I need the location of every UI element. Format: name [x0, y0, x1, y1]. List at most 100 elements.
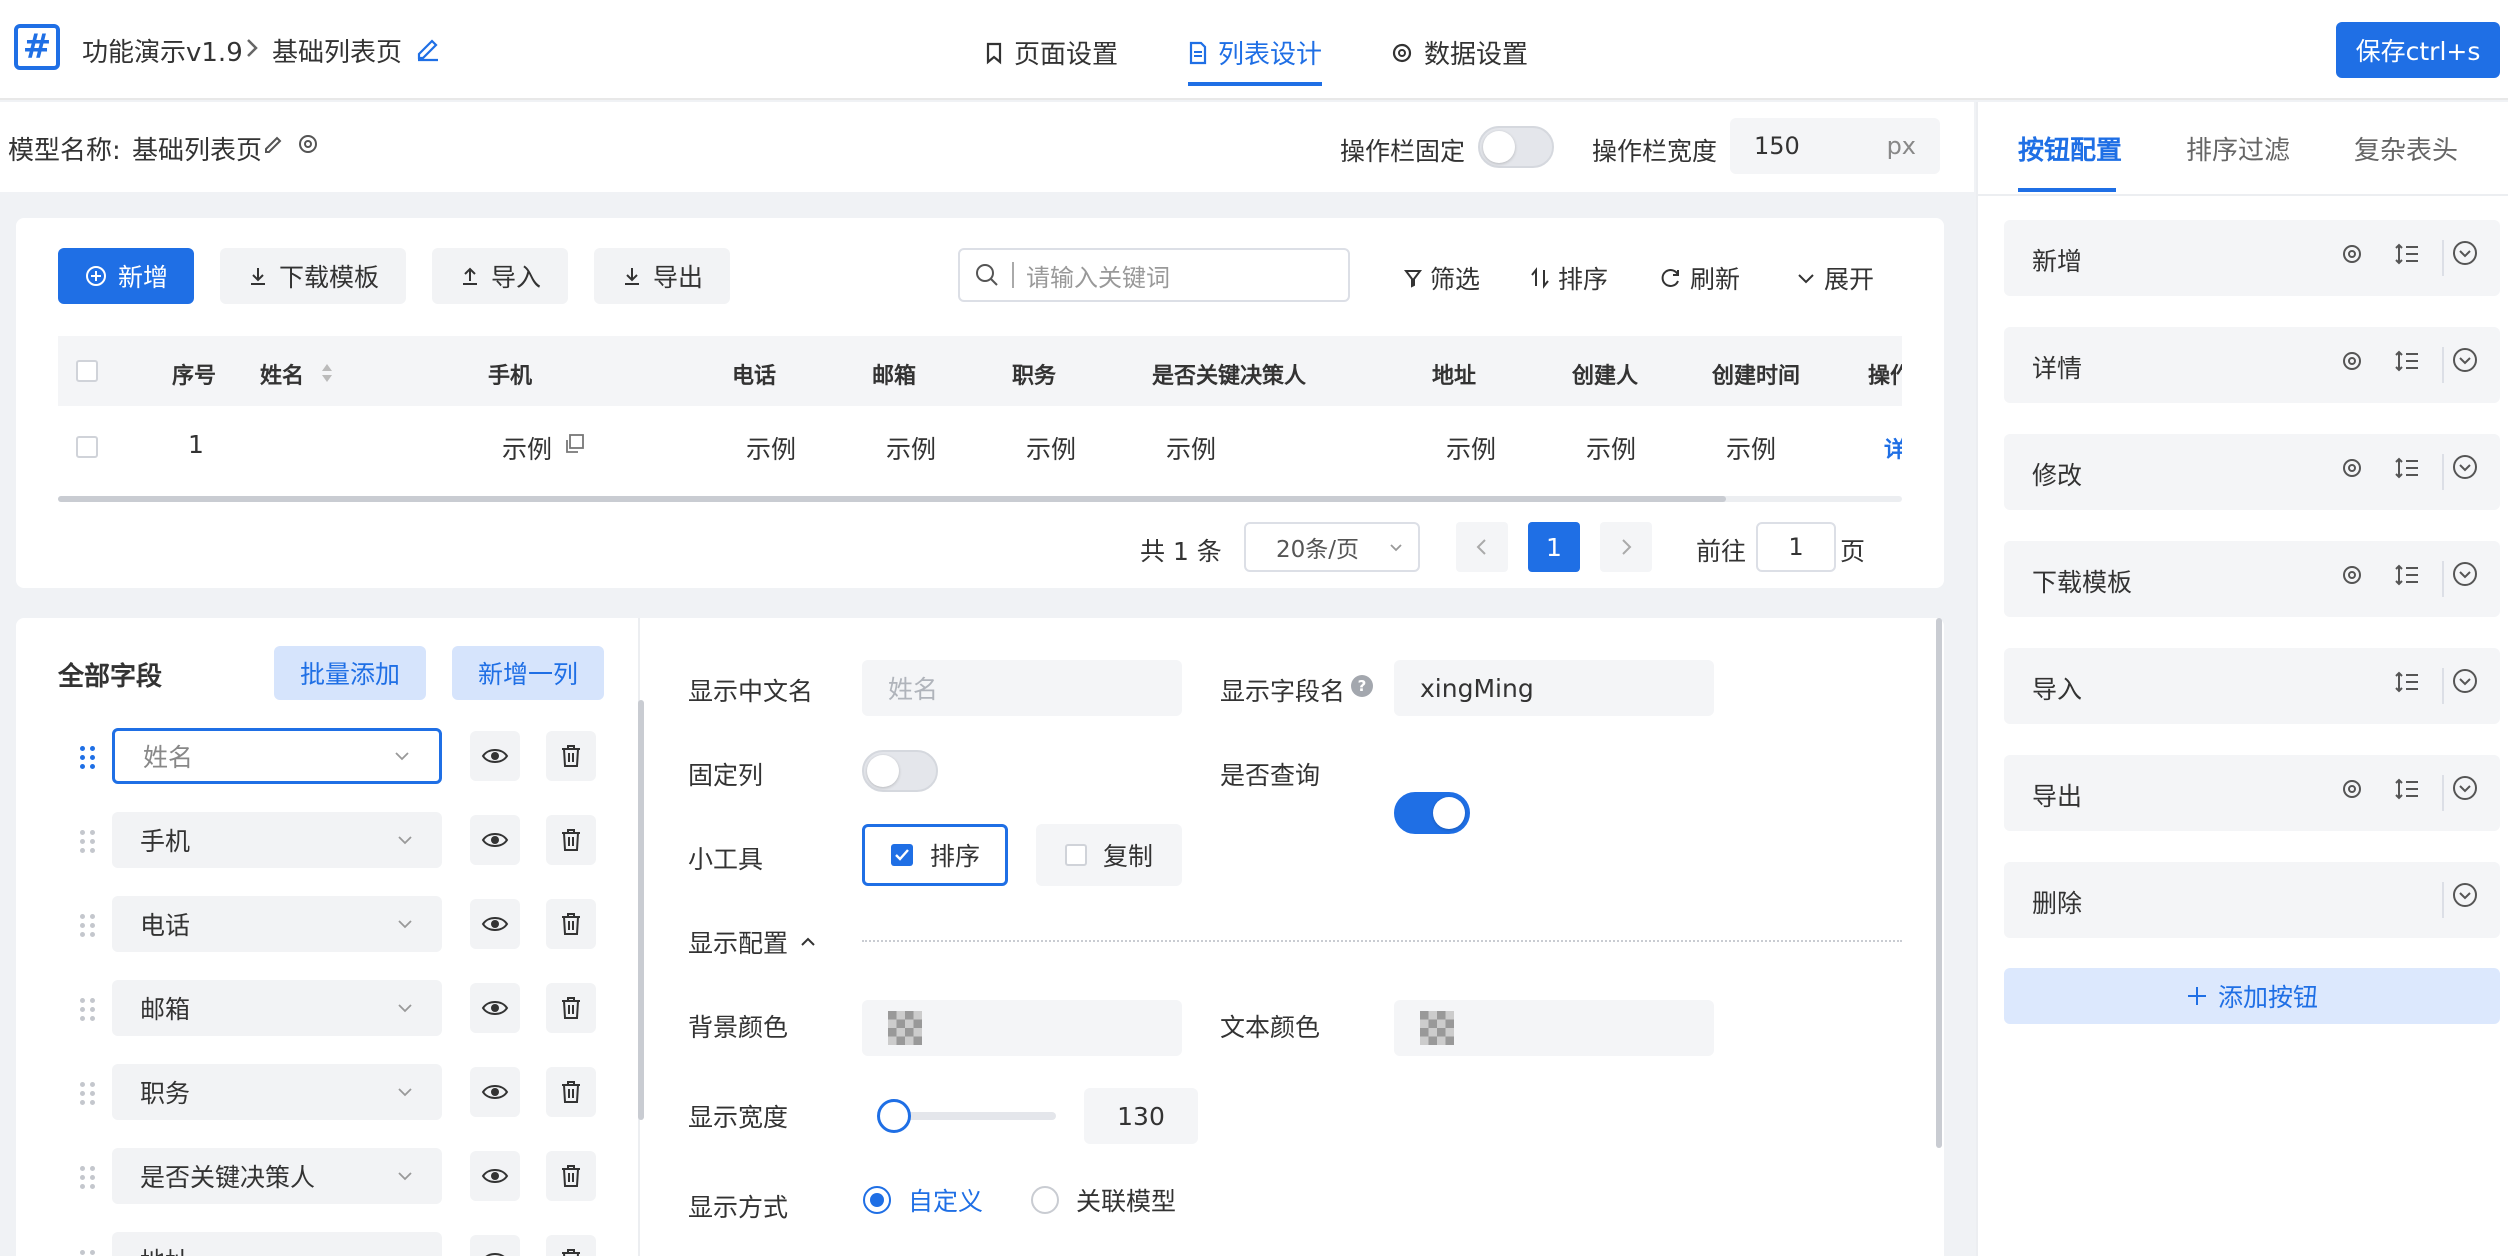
row-checkbox[interactable]: [76, 436, 98, 458]
sort-lines-icon[interactable]: [2394, 563, 2420, 587]
sort-lines-icon[interactable]: [2394, 349, 2420, 373]
select-all-checkbox[interactable]: [76, 360, 98, 382]
gear-icon[interactable]: [2340, 349, 2364, 373]
cn-name-input[interactable]: 姓名: [862, 660, 1182, 716]
drag-handle-icon[interactable]: [80, 1250, 96, 1256]
chevron-down-circle-icon[interactable]: [2452, 882, 2478, 908]
gear-icon[interactable]: [296, 132, 320, 156]
chevron-down-circle-icon[interactable]: [2452, 561, 2478, 587]
batch-add-button[interactable]: 批量添加: [274, 646, 426, 700]
drag-handle-icon[interactable]: [80, 830, 96, 853]
sort-lines-icon[interactable]: [2394, 670, 2420, 694]
tab-data-settings[interactable]: 数据设置: [1390, 34, 1528, 71]
breadcrumb-app[interactable]: 功能演示v1.9: [82, 32, 243, 69]
field-select[interactable]: 电话: [112, 896, 442, 952]
fixed-column-switch[interactable]: [862, 750, 938, 792]
sort-lines-icon[interactable]: [2394, 777, 2420, 801]
button-config-card[interactable]: 下载模板: [2004, 541, 2500, 617]
visibility-toggle-button[interactable]: [470, 815, 520, 865]
delete-field-button[interactable]: [546, 1235, 596, 1256]
button-config-card[interactable]: 新增: [2004, 220, 2500, 296]
drag-handle-icon[interactable]: [80, 746, 96, 769]
delete-field-button[interactable]: [546, 1067, 596, 1117]
delete-field-button[interactable]: [546, 899, 596, 949]
refresh-button[interactable]: 刷新: [1660, 260, 1740, 296]
sort-lines-icon[interactable]: [2394, 456, 2420, 480]
tab-page-settings[interactable]: 页面设置: [984, 34, 1118, 71]
edit-icon[interactable]: [414, 34, 442, 62]
drag-handle-icon[interactable]: [80, 914, 96, 937]
delete-field-button[interactable]: [546, 815, 596, 865]
prev-page-button[interactable]: [1456, 522, 1508, 572]
tab-sort-filter[interactable]: 排序过滤: [2186, 130, 2290, 167]
sort-lines-icon[interactable]: [2394, 242, 2420, 266]
app-logo-icon[interactable]: #: [14, 24, 60, 70]
tool-sort-checkbox[interactable]: 排序: [862, 824, 1008, 886]
field-list-scrollbar[interactable]: [638, 700, 644, 1120]
sort-caret-icon[interactable]: [320, 362, 334, 384]
goto-page-input[interactable]: 1: [1756, 522, 1836, 572]
query-switch[interactable]: [1394, 792, 1470, 834]
download-template-button[interactable]: 下载模板: [220, 248, 406, 304]
button-config-card[interactable]: 导入: [2004, 648, 2500, 724]
display-config-toggle[interactable]: 显示配置: [688, 924, 818, 960]
field-select[interactable]: 手机: [112, 812, 442, 868]
delete-field-button[interactable]: [546, 731, 596, 781]
tab-complex-header[interactable]: 复杂表头: [2354, 130, 2458, 167]
field-select[interactable]: 姓名: [112, 728, 442, 784]
add-button[interactable]: 新增: [58, 248, 194, 304]
mode-relation-radio[interactable]: 关联模型: [1030, 1182, 1176, 1218]
actions-width-input[interactable]: 150 px: [1730, 118, 1940, 174]
chevron-down-circle-icon[interactable]: [2452, 454, 2478, 480]
tab-button-config[interactable]: 按钮配置: [2018, 130, 2122, 167]
button-config-card[interactable]: 导出: [2004, 755, 2500, 831]
sort-button[interactable]: 排序: [1530, 260, 1608, 296]
field-select[interactable]: 是否关键决策人: [112, 1148, 442, 1204]
export-button[interactable]: 导出: [594, 248, 730, 304]
edit-icon[interactable]: [262, 132, 286, 156]
delete-field-button[interactable]: [546, 1151, 596, 1201]
save-button[interactable]: 保存ctrl+s: [2336, 22, 2500, 78]
next-page-button[interactable]: [1600, 522, 1652, 572]
width-input[interactable]: 130: [1084, 1088, 1198, 1144]
horizontal-scrollbar-track[interactable]: [58, 496, 1902, 502]
filter-button[interactable]: 筛选: [1404, 260, 1480, 296]
bg-color-picker[interactable]: [862, 1000, 1182, 1056]
button-config-card[interactable]: 修改: [2004, 434, 2500, 510]
horizontal-scrollbar-thumb[interactable]: [58, 496, 1726, 502]
chevron-down-circle-icon[interactable]: [2452, 668, 2478, 694]
import-button[interactable]: 导入: [432, 248, 568, 304]
field-select[interactable]: 地址: [112, 1232, 442, 1256]
column-header[interactable]: 姓名: [260, 358, 304, 390]
text-color-picker[interactable]: [1394, 1000, 1714, 1056]
visibility-toggle-button[interactable]: [470, 899, 520, 949]
chevron-down-circle-icon[interactable]: [2452, 775, 2478, 801]
chevron-down-circle-icon[interactable]: [2452, 347, 2478, 373]
drag-handle-icon[interactable]: [80, 998, 96, 1021]
button-config-card[interactable]: 删除: [2004, 862, 2500, 938]
visibility-toggle-button[interactable]: [470, 1151, 520, 1201]
fixed-actions-switch[interactable]: [1478, 126, 1554, 168]
button-config-card[interactable]: 详情: [2004, 327, 2500, 403]
visibility-toggle-button[interactable]: [470, 731, 520, 781]
copy-icon[interactable]: [562, 432, 586, 456]
gear-icon[interactable]: [2340, 563, 2364, 587]
field-select[interactable]: 职务: [112, 1064, 442, 1120]
tool-copy-checkbox[interactable]: 复制: [1036, 824, 1182, 886]
add-column-button[interactable]: 新增一列: [452, 646, 604, 700]
search-input[interactable]: 请输入关键词: [958, 248, 1350, 302]
expand-button[interactable]: 展开: [1796, 260, 1874, 296]
gear-icon[interactable]: [2340, 456, 2364, 480]
gear-icon[interactable]: [2340, 242, 2364, 266]
form-scrollbar[interactable]: [1936, 618, 1942, 1148]
visibility-toggle-button[interactable]: [470, 983, 520, 1033]
width-slider-handle[interactable]: [876, 1099, 911, 1133]
gear-icon[interactable]: [2340, 777, 2364, 801]
field-select[interactable]: 邮箱: [112, 980, 442, 1036]
delete-field-button[interactable]: [546, 983, 596, 1033]
help-icon[interactable]: ?: [1350, 674, 1374, 698]
mode-custom-radio[interactable]: 自定义: [862, 1182, 983, 1218]
page-number-current[interactable]: 1: [1528, 522, 1580, 572]
tab-list-design[interactable]: 列表设计: [1188, 34, 1322, 71]
detail-link[interactable]: 详情: [1884, 432, 1902, 464]
